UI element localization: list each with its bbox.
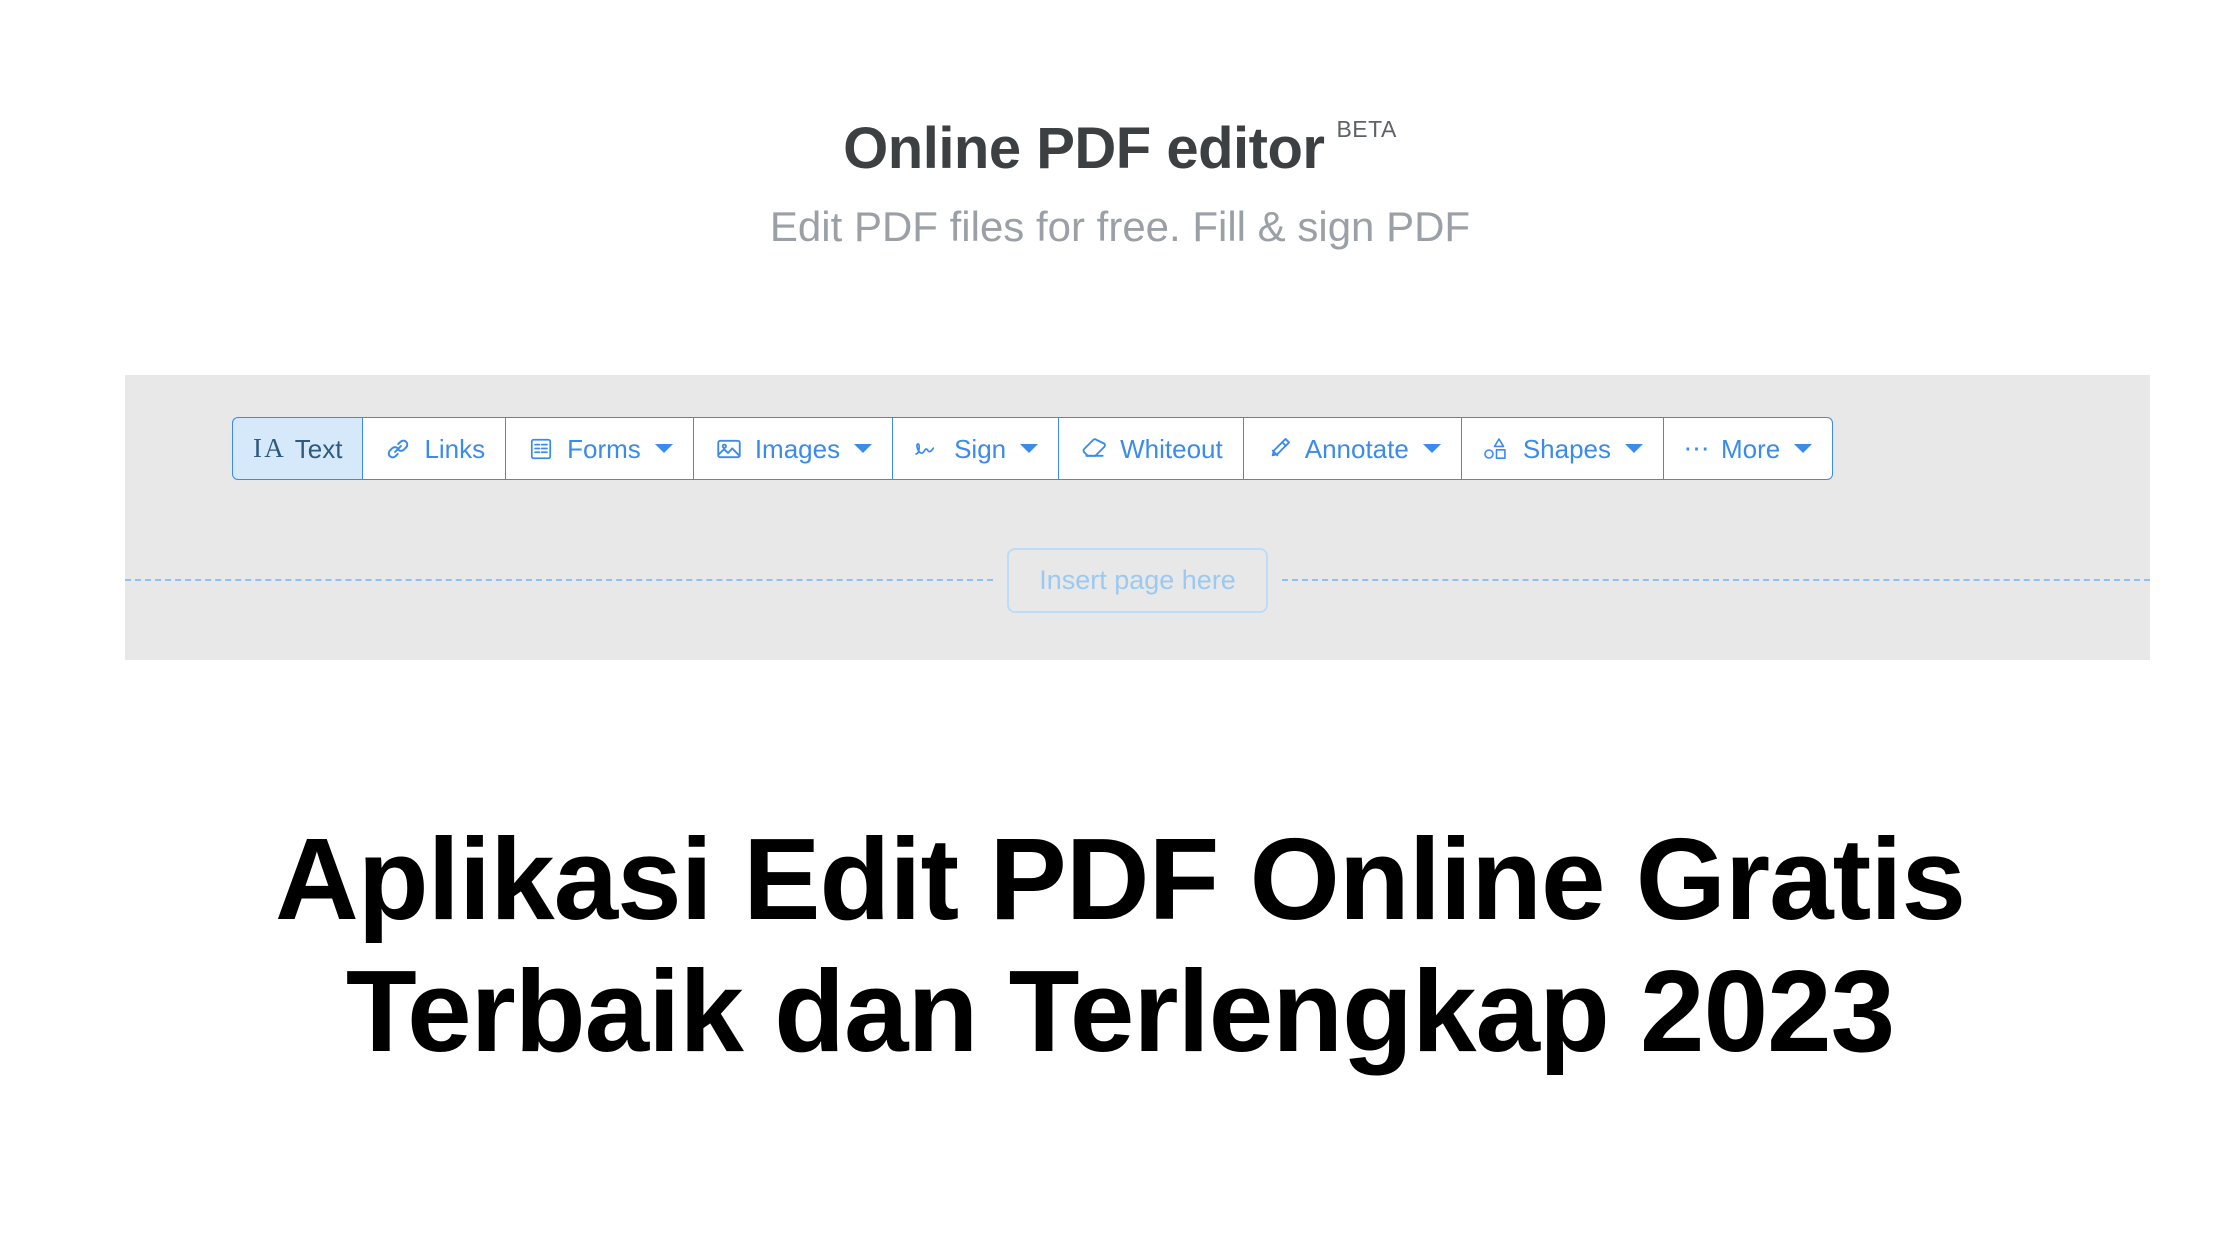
tool-button-sign-label: Sign (954, 433, 1007, 464)
tool-button-more[interactable]: ⋯ More (1663, 417, 1834, 480)
chevron-down-icon (1794, 444, 1813, 453)
insert-divider-right (1281, 579, 2151, 581)
app-title-row: Online PDF editor BETA (843, 116, 1397, 181)
chevron-down-icon (1020, 444, 1039, 453)
app-subtitle: Edit PDF files for free. Fill & sign PDF (769, 203, 1471, 250)
tool-button-forms[interactable]: Forms (505, 417, 693, 480)
image-icon (714, 434, 744, 464)
tool-button-links-label: Links (424, 433, 486, 464)
editor-panel: I A Text Links Forms Images Sign Whiteou… (125, 375, 2151, 660)
tool-button-sign[interactable]: Sign (892, 417, 1059, 480)
beta-badge: BETA (1336, 116, 1397, 142)
tool-button-images-label: Images (754, 433, 841, 464)
form-icon (526, 434, 556, 464)
tool-button-annotate-label: Annotate (1304, 433, 1409, 464)
tool-button-whiteout[interactable]: Whiteout (1058, 417, 1243, 480)
chevron-down-icon (1422, 444, 1441, 453)
tool-button-annotate[interactable]: Annotate (1242, 417, 1461, 480)
tool-button-more-label: More (1721, 433, 1781, 464)
signature-icon (913, 434, 943, 464)
ellipsis-icon: ⋯ (1683, 433, 1711, 464)
insert-page-button[interactable]: Insert page here (1007, 547, 1268, 613)
chevron-down-icon (654, 444, 673, 453)
app-title: Online PDF editor (843, 116, 1325, 181)
tool-button-shapes-label: Shapes (1522, 433, 1612, 464)
link-icon (383, 434, 413, 464)
shapes-icon (1482, 434, 1512, 464)
tool-button-whiteout-label: Whiteout (1120, 433, 1223, 464)
tool-button-text-label: Text (294, 433, 343, 464)
page-header: Online PDF editor BETA Edit PDF files for… (0, 0, 2240, 248)
tool-button-text[interactable]: I A Text (232, 417, 363, 480)
eraser-icon (1079, 434, 1109, 464)
chevron-down-icon (854, 444, 873, 453)
highlighter-icon (1264, 434, 1294, 464)
tool-button-forms-label: Forms (567, 433, 641, 464)
insert-page-row: Insert page here (125, 545, 2151, 615)
tool-button-shapes[interactable]: Shapes (1460, 417, 1664, 480)
editor-toolbar: I A Text Links Forms Images Sign Whiteou… (232, 417, 1834, 480)
text-cursor-icon: I A (253, 433, 284, 463)
tool-button-links[interactable]: Links (362, 417, 506, 480)
article-heading: Aplikasi Edit PDF Online Gratis Terbaik … (274, 813, 1966, 1076)
insert-divider-left (125, 579, 994, 581)
tool-button-images[interactable]: Images (692, 417, 893, 480)
chevron-down-icon (1625, 444, 1644, 453)
